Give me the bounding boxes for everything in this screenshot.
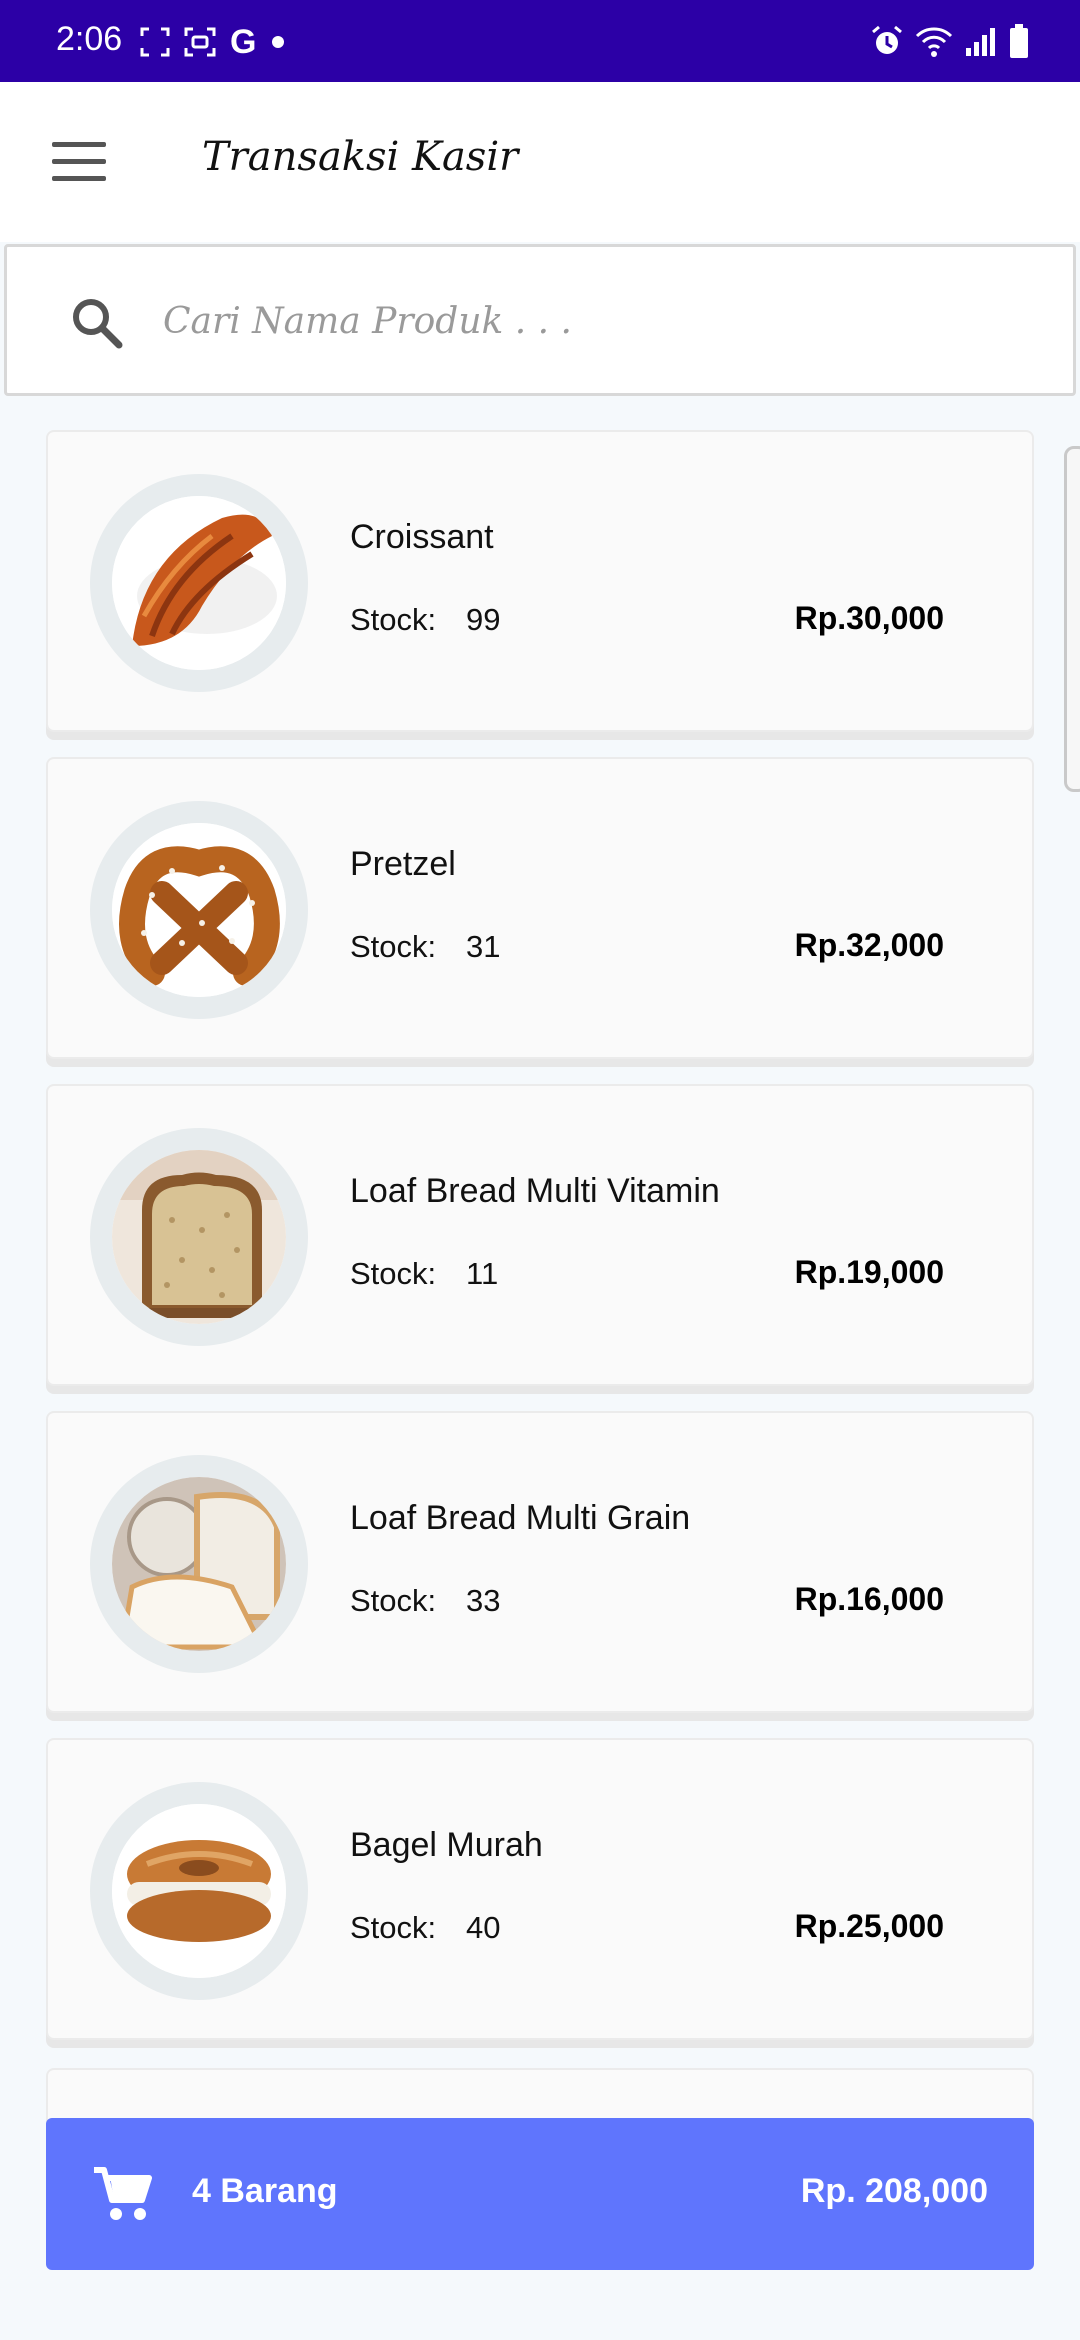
product-name: Bagel Murah bbox=[350, 1826, 543, 1864]
product-name: Loaf Bread Multi Vitamin bbox=[350, 1172, 720, 1210]
hamburger-menu-icon[interactable] bbox=[52, 142, 108, 182]
stock-value: 33 bbox=[466, 1583, 501, 1618]
product-name: Croissant bbox=[350, 518, 494, 556]
stock-value: 99 bbox=[466, 602, 501, 637]
app-bar: Transaksi Kasir bbox=[0, 82, 1080, 242]
cart-total: Rp. 208,000 bbox=[800, 2172, 988, 2210]
pretzel-image bbox=[112, 823, 286, 997]
product-price: Rp.32,000 bbox=[794, 927, 944, 963]
status-right-icons bbox=[870, 20, 1030, 62]
product-thumbnail bbox=[90, 1782, 308, 2000]
product-thumbnail bbox=[90, 1455, 308, 1673]
product-thumbnail bbox=[90, 1128, 308, 1346]
battery-icon bbox=[1010, 24, 1028, 58]
screenshot-frame-icon bbox=[140, 27, 170, 57]
product-card-croissant[interactable]: Croissant Stock: 99 Rp.30,000 bbox=[46, 430, 1034, 732]
product-thumbnail bbox=[90, 474, 308, 692]
scrollbar-thumb[interactable] bbox=[1064, 446, 1080, 792]
product-card-bagel-murah[interactable]: Bagel Murah Stock: 40 Rp.25,000 bbox=[46, 1738, 1034, 2040]
status-time: 2:06 bbox=[56, 20, 123, 58]
product-card-loaf-bread-multi-vitamin[interactable]: Loaf Bread Multi Vitamin Stock: 11 Rp.19… bbox=[46, 1084, 1034, 1386]
stock-label: Stock: bbox=[350, 1256, 437, 1291]
stock-value: 11 bbox=[466, 1256, 499, 1291]
status-left-icons: G bbox=[140, 22, 286, 62]
cart-summary-button[interactable]: 4 Barang Rp. 208,000 bbox=[46, 2118, 1034, 2270]
bagel-image bbox=[112, 1804, 286, 1978]
search-input[interactable] bbox=[163, 291, 1023, 351]
alarm-icon bbox=[872, 25, 902, 54]
croissant-image bbox=[112, 496, 286, 670]
scan-icon bbox=[184, 27, 216, 57]
product-card-loaf-bread-multi-grain[interactable]: Loaf Bread Multi Grain Stock: 33 Rp.16,0… bbox=[46, 1411, 1034, 1713]
stock-label: Stock: bbox=[350, 1583, 437, 1618]
stock-value: 40 bbox=[466, 1910, 501, 1945]
page-title: Transaksi Kasir bbox=[202, 134, 519, 180]
cart-item-count: 4 Barang bbox=[192, 2172, 338, 2210]
product-card-pretzel[interactable]: Pretzel Stock: 31 Rp.32,000 bbox=[46, 757, 1034, 1059]
loaf-bread-image bbox=[112, 1150, 286, 1324]
white-bread-image bbox=[112, 1477, 286, 1651]
product-price: Rp.30,000 bbox=[794, 600, 944, 636]
stock-label: Stock: bbox=[350, 1910, 437, 1945]
product-thumbnail bbox=[90, 801, 308, 1019]
product-price: Rp.25,000 bbox=[794, 1908, 944, 1944]
product-name: Pretzel bbox=[350, 845, 456, 883]
product-name: Loaf Bread Multi Grain bbox=[350, 1499, 691, 1537]
signal-icon bbox=[966, 28, 995, 56]
search-bar bbox=[4, 244, 1076, 396]
dot-icon bbox=[272, 36, 285, 48]
search-icon[interactable] bbox=[69, 295, 125, 351]
stock-label: Stock: bbox=[350, 929, 437, 964]
wifi-icon bbox=[915, 27, 953, 57]
shopping-cart-icon bbox=[94, 2167, 152, 2220]
product-price: Rp.16,000 bbox=[794, 1581, 944, 1617]
stock-value: 31 bbox=[466, 929, 501, 964]
google-g-icon: G bbox=[230, 22, 257, 61]
status-bar: 2:06 G bbox=[0, 0, 1080, 82]
stock-label: Stock: bbox=[350, 602, 437, 637]
product-price: Rp.19,000 bbox=[794, 1254, 944, 1290]
